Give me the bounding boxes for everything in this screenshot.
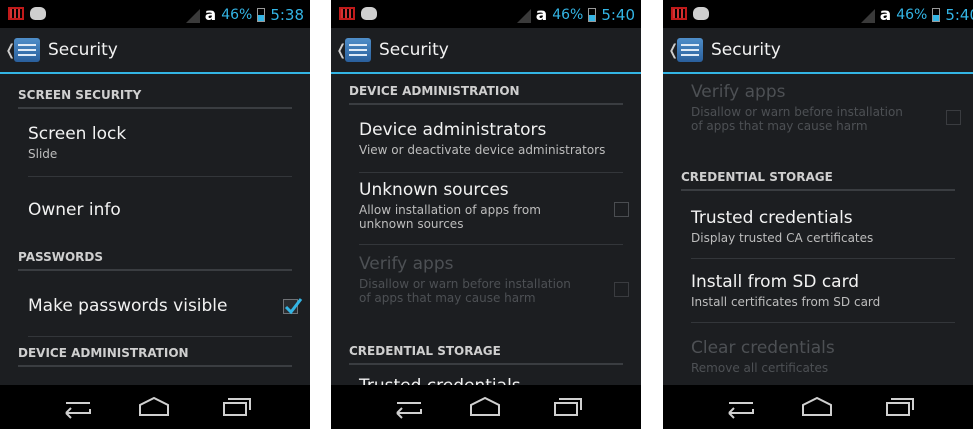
section-header-credential-storage: CREDENTIAL STORAGE bbox=[349, 344, 623, 365]
section-header-screen-security: SCREEN SECURITY bbox=[18, 88, 292, 109]
device-administrators-item[interactable]: Device administrators View or deactivate… bbox=[359, 120, 623, 157]
section-header-device-administration: DEVICE ADMINISTRATION bbox=[18, 346, 292, 367]
action-bar: ❬ Security bbox=[331, 28, 641, 74]
home-icon[interactable] bbox=[467, 395, 503, 419]
unknown-sources-item[interactable]: Unknown sources Allow installation of ap… bbox=[359, 180, 581, 231]
notification-icon bbox=[339, 7, 355, 20]
settings-list: DEVICE ADMINISTRATION Device administrat… bbox=[331, 74, 641, 385]
trusted-credentials-summary: Display trusted CA certificates bbox=[691, 231, 874, 245]
section-header-credential-storage: CREDENTIAL STORAGE bbox=[681, 170, 955, 191]
home-icon[interactable] bbox=[136, 395, 172, 419]
clear-credentials-title: Clear credentials bbox=[691, 338, 835, 358]
battery-icon bbox=[257, 8, 266, 22]
clock: 5:38 bbox=[270, 6, 304, 24]
battery-icon bbox=[588, 8, 597, 22]
status-bar: a 46% 5:38 bbox=[0, 0, 310, 28]
divider bbox=[28, 336, 292, 337]
install-from-sd-card-summary: Install certificates from SD card bbox=[691, 295, 881, 309]
network-indicator-icon: a bbox=[535, 5, 548, 25]
trusted-credentials-item[interactable]: Trusted credentials bbox=[359, 376, 623, 385]
page-title: Security bbox=[48, 40, 118, 60]
screen-lock-item[interactable]: Screen lock Slide bbox=[28, 124, 292, 161]
screen-lock-summary: Slide bbox=[28, 147, 58, 161]
navigation-bar bbox=[331, 385, 641, 429]
verify-apps-checkbox bbox=[614, 282, 629, 297]
action-bar: ❬ Security bbox=[0, 28, 310, 74]
network-indicator-icon: a bbox=[204, 5, 217, 25]
signal-icon bbox=[185, 9, 200, 23]
divider bbox=[28, 176, 292, 177]
verify-apps-checkbox bbox=[946, 110, 961, 125]
navigation-bar bbox=[0, 385, 310, 429]
back-icon[interactable] bbox=[391, 395, 425, 419]
screen-2: a 46% 5:40 ❬ Security DEVICE ADMINISTRAT… bbox=[331, 0, 641, 429]
recent-apps-icon[interactable] bbox=[882, 395, 916, 419]
back-icon[interactable] bbox=[723, 395, 757, 419]
divider bbox=[691, 322, 955, 323]
cat-icon bbox=[30, 7, 46, 20]
home-icon[interactable] bbox=[799, 395, 835, 419]
action-bar: ❬ Security bbox=[663, 28, 973, 74]
divider bbox=[359, 244, 623, 245]
trusted-credentials-title: Trusted credentials bbox=[359, 376, 623, 385]
unknown-sources-checkbox[interactable] bbox=[614, 202, 629, 217]
make-passwords-visible-checkbox[interactable] bbox=[283, 298, 303, 315]
clock: 5:40 bbox=[601, 6, 635, 24]
divider bbox=[359, 172, 623, 173]
make-passwords-visible-item[interactable]: Make passwords visible bbox=[28, 296, 292, 316]
trusted-credentials-item[interactable]: Trusted credentials Display trusted CA c… bbox=[691, 208, 955, 245]
trusted-credentials-title: Trusted credentials bbox=[691, 208, 853, 228]
section-header-device-administration: DEVICE ADMINISTRATION bbox=[349, 84, 623, 105]
recent-apps-icon[interactable] bbox=[219, 395, 253, 419]
make-passwords-visible-title: Make passwords visible bbox=[28, 296, 228, 316]
signal-icon bbox=[860, 9, 875, 23]
settings-icon[interactable] bbox=[345, 38, 371, 62]
settings-icon[interactable] bbox=[14, 38, 40, 62]
device-administrators-summary: View or deactivate device administrators bbox=[359, 143, 606, 157]
notification-icon bbox=[671, 7, 687, 20]
verify-apps-item: Verify apps Disallow or warn before inst… bbox=[691, 82, 913, 133]
verify-apps-item: Verify apps Disallow or warn before inst… bbox=[359, 254, 581, 305]
recent-apps-icon[interactable] bbox=[550, 395, 584, 419]
clear-credentials-item: Clear credentials Remove all certificate… bbox=[691, 338, 955, 375]
device-administrators-title: Device administrators bbox=[359, 120, 547, 140]
page-title: Security bbox=[379, 40, 449, 60]
unknown-sources-summary: Allow installation of apps from unknown … bbox=[359, 203, 541, 231]
cat-icon bbox=[693, 7, 709, 20]
status-bar: a 46% 5:40 bbox=[331, 0, 641, 28]
install-from-sd-card-title: Install from SD card bbox=[691, 272, 860, 292]
network-indicator-icon: a bbox=[879, 5, 892, 25]
divider bbox=[691, 258, 955, 259]
verify-apps-title: Verify apps bbox=[359, 254, 454, 274]
battery-percent: 46% bbox=[552, 7, 584, 23]
page-title: Security bbox=[711, 40, 781, 60]
clock: 5:40 bbox=[945, 6, 973, 24]
verify-apps-summary: Disallow or warn before installation of … bbox=[359, 277, 571, 305]
verify-apps-title: Verify apps bbox=[691, 82, 786, 102]
battery-icon bbox=[932, 8, 941, 22]
navigation-bar bbox=[663, 385, 973, 429]
screen-lock-title: Screen lock bbox=[28, 124, 127, 144]
settings-list: Verify apps Disallow or warn before inst… bbox=[663, 74, 973, 385]
checkmark-icon bbox=[284, 298, 303, 315]
settings-list: SCREEN SECURITY Screen lock Slide Owner … bbox=[0, 74, 310, 385]
battery-percent: 46% bbox=[221, 7, 253, 23]
section-header-passwords: PASSWORDS bbox=[18, 250, 292, 271]
screen-1: a 46% 5:38 ❬ Security SCREEN SECURITY Sc… bbox=[0, 0, 310, 429]
clear-credentials-summary: Remove all certificates bbox=[691, 361, 829, 375]
unknown-sources-title: Unknown sources bbox=[359, 180, 509, 200]
verify-apps-summary: Disallow or warn before installation of … bbox=[691, 105, 903, 133]
settings-icon[interactable] bbox=[677, 38, 703, 62]
battery-percent: 46% bbox=[896, 7, 928, 23]
back-icon[interactable] bbox=[60, 395, 94, 419]
status-bar: a 46% 5:40 bbox=[663, 0, 973, 28]
owner-info-item[interactable]: Owner info bbox=[28, 200, 292, 220]
install-from-sd-card-item[interactable]: Install from SD card Install certificate… bbox=[691, 272, 955, 309]
signal-icon bbox=[516, 9, 531, 23]
screen-3: a 46% 5:40 ❬ Security Verify apps Disall… bbox=[663, 0, 973, 429]
cat-icon bbox=[361, 7, 377, 20]
owner-info-title: Owner info bbox=[28, 200, 121, 220]
notification-icon bbox=[8, 7, 24, 20]
